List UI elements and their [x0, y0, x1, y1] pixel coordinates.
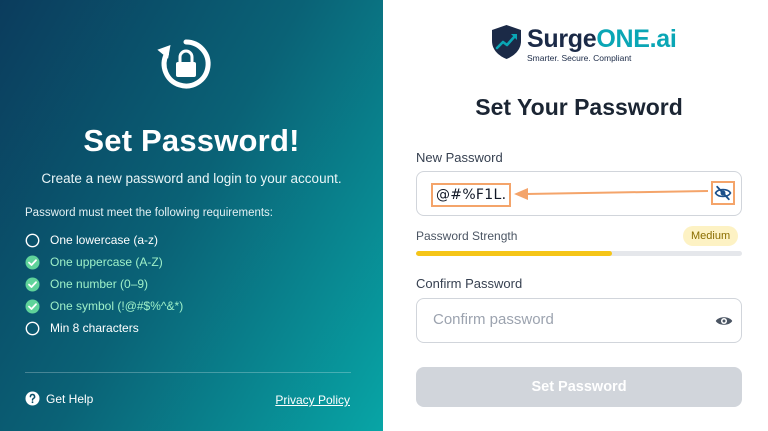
brand-tagline: Smarter. Secure. Compliant	[527, 53, 632, 63]
get-help-link[interactable]: Get Help	[25, 391, 93, 406]
divider	[25, 372, 351, 373]
requirement-label: One symbol (!@#$%^&*)	[50, 299, 184, 313]
requirements-list: One lowercase (a-z) One uppercase (A-Z) …	[25, 229, 183, 339]
help-circle-icon	[25, 391, 40, 406]
check-circle-icon	[25, 255, 40, 269]
strength-badge: Medium	[683, 226, 739, 246]
form-title: Set Your Password	[475, 94, 683, 120]
eye-off-icon	[714, 185, 732, 201]
brand-logo: SurgeONE.ai Smarter. Secure. Compliant	[490, 24, 677, 63]
new-password-field[interactable]: @#%F1L.	[416, 171, 742, 216]
requirement-label: Min 8 characters	[50, 321, 139, 335]
get-help-label: Get Help	[46, 391, 94, 406]
eye-icon	[715, 317, 733, 325]
requirement-number: One number (0–9)	[25, 273, 183, 295]
shield-logo-icon	[492, 25, 521, 59]
new-password-label: New Password	[416, 150, 503, 165]
requirement-uppercase: One uppercase (A-Z)	[25, 251, 183, 273]
requirements-title: Password must meet the following require…	[25, 207, 273, 219]
check-circle-icon	[25, 277, 40, 291]
confirm-password-label: Confirm Password	[416, 276, 523, 291]
strength-label: Password Strength	[416, 229, 518, 243]
check-circle-icon	[25, 299, 40, 313]
strength-meter	[416, 251, 742, 256]
set-password-button[interactable]: Set Password	[416, 367, 742, 407]
strength-meter-fill	[416, 251, 612, 256]
empty-circle-icon	[25, 321, 40, 335]
requirement-symbol: One symbol (!@#$%^&*)	[25, 295, 183, 317]
empty-circle-icon	[25, 233, 40, 247]
show-password-toggle[interactable]	[713, 310, 735, 332]
confirm-password-input[interactable]	[433, 311, 703, 328]
requirement-min-length: Min 8 characters	[25, 317, 183, 339]
new-password-value[interactable]: @#%F1L.	[431, 183, 512, 207]
requirement-lowercase: One lowercase (a-z)	[25, 229, 183, 251]
info-panel: Set Password! Create a new password and …	[0, 0, 383, 431]
panel-subtitle: Create a new password and login to your …	[41, 171, 342, 186]
brand-name: SurgeONE.ai	[527, 25, 677, 53]
confirm-password-field[interactable]	[416, 298, 742, 343]
hide-password-toggle[interactable]	[711, 181, 735, 205]
panel-title: Set Password!	[83, 123, 300, 158]
requirement-label: One lowercase (a-z)	[50, 233, 159, 247]
lock-reset-icon	[157, 39, 211, 89]
privacy-policy-link[interactable]: Privacy Policy	[275, 393, 350, 407]
requirement-label: One number (0–9)	[50, 277, 149, 291]
requirement-label: One uppercase (A-Z)	[50, 255, 163, 269]
